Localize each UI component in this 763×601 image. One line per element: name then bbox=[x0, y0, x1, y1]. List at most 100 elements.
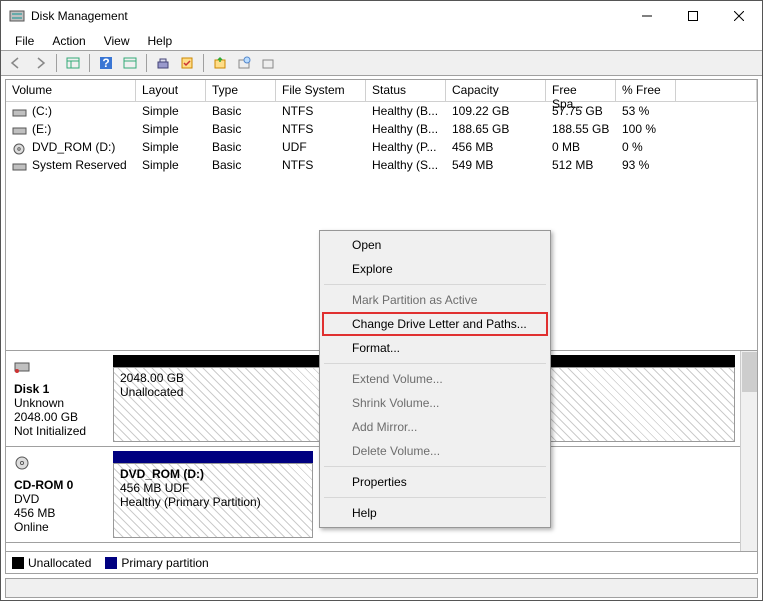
volume-fs: UDF bbox=[276, 139, 366, 155]
col-spacer bbox=[676, 80, 757, 102]
ctx-add-mirror: Add Mirror... bbox=[322, 415, 548, 439]
volume-free: 0 MB bbox=[546, 139, 616, 155]
partition-dvdrom[interactable]: DVD_ROM (D:) 456 MB UDF Healthy (Primary… bbox=[113, 463, 313, 538]
ctx-extend: Extend Volume... bbox=[322, 367, 548, 391]
volume-type: Basic bbox=[206, 121, 276, 137]
disc-icon bbox=[14, 455, 30, 471]
volume-status: Healthy (B... bbox=[366, 103, 446, 119]
show-hide-button[interactable] bbox=[62, 52, 84, 74]
apply-button[interactable] bbox=[176, 52, 198, 74]
volume-pct: 0 % bbox=[616, 139, 676, 155]
ctx-properties[interactable]: Properties bbox=[322, 470, 548, 494]
volume-free: 188.55 GB bbox=[546, 121, 616, 137]
ctx-mark-active: Mark Partition as Active bbox=[322, 288, 548, 312]
volume-free: 57.75 GB bbox=[546, 103, 616, 119]
ctx-explore[interactable]: Explore bbox=[322, 257, 548, 281]
volume-icon bbox=[12, 161, 28, 171]
disk-scrollbar[interactable] bbox=[740, 351, 757, 551]
maximize-button[interactable] bbox=[670, 1, 716, 31]
back-button[interactable] bbox=[5, 52, 27, 74]
col-volume[interactable]: Volume bbox=[6, 80, 136, 102]
menu-view[interactable]: View bbox=[96, 32, 138, 50]
cdrom0-name: CD-ROM 0 bbox=[14, 478, 101, 492]
volume-header-row: Volume Layout Type File System Status Ca… bbox=[6, 80, 757, 102]
volume-layout: Simple bbox=[136, 139, 206, 155]
volume-name: DVD_ROM (D:) bbox=[32, 140, 115, 154]
volume-layout: Simple bbox=[136, 103, 206, 119]
action3-button[interactable] bbox=[257, 52, 279, 74]
action2-button[interactable] bbox=[233, 52, 255, 74]
toolbar: ? bbox=[1, 50, 762, 76]
volume-free: 512 MB bbox=[546, 157, 616, 173]
cdrom0-graphic[interactable]: DVD_ROM (D:) 456 MB UDF Healthy (Primary… bbox=[113, 451, 313, 538]
settings-button[interactable] bbox=[152, 52, 174, 74]
partition-detail: 456 MB UDF bbox=[120, 481, 306, 495]
volume-row[interactable]: (E:)SimpleBasicNTFSHealthy (B...188.65 G… bbox=[6, 120, 757, 138]
ctx-delete: Delete Volume... bbox=[322, 439, 548, 463]
volume-pct: 93 % bbox=[616, 157, 676, 173]
volume-fs: NTFS bbox=[276, 103, 366, 119]
col-status[interactable]: Status bbox=[366, 80, 446, 102]
disk1-label[interactable]: Disk 1 Unknown 2048.00 GB Not Initialize… bbox=[10, 355, 105, 442]
cdrom0-label[interactable]: CD-ROM 0 DVD 456 MB Online bbox=[10, 451, 105, 538]
menu-file[interactable]: File bbox=[7, 32, 42, 50]
ctx-help[interactable]: Help bbox=[322, 501, 548, 525]
volume-capacity: 109.22 GB bbox=[446, 103, 546, 119]
col-free[interactable]: Free Spa... bbox=[546, 80, 616, 102]
partition-header-primary bbox=[113, 451, 313, 463]
volume-capacity: 549 MB bbox=[446, 157, 546, 173]
svg-text:?: ? bbox=[102, 56, 109, 70]
volume-name: (C:) bbox=[32, 104, 52, 118]
disk1-name: Disk 1 bbox=[14, 382, 101, 396]
volume-status: Healthy (P... bbox=[366, 139, 446, 155]
ctx-format[interactable]: Format... bbox=[322, 336, 548, 360]
close-button[interactable] bbox=[716, 1, 762, 31]
help-button[interactable]: ? bbox=[95, 52, 117, 74]
volume-fs: NTFS bbox=[276, 157, 366, 173]
ctx-shrink: Shrink Volume... bbox=[322, 391, 548, 415]
volume-row[interactable]: DVD_ROM (D:) SimpleBasicUDFHealthy (P...4… bbox=[6, 138, 757, 156]
col-capacity[interactable]: Capacity bbox=[446, 80, 546, 102]
volume-row[interactable]: (C:) SimpleBasicNTFSHealthy (B...109.22 G… bbox=[6, 102, 757, 120]
volume-pct: 100 % bbox=[616, 121, 676, 137]
minimize-button[interactable] bbox=[624, 1, 670, 31]
volume-pct: 53 % bbox=[616, 103, 676, 119]
partition-name: DVD_ROM (D:) bbox=[120, 467, 306, 481]
volume-row[interactable]: System ReservedSimpleBasicNTFSHealthy (S… bbox=[6, 156, 757, 174]
cdrom0-type: DVD bbox=[14, 492, 101, 506]
disk-icon bbox=[14, 359, 30, 375]
menu-help[interactable]: Help bbox=[140, 32, 181, 50]
volume-icon bbox=[12, 125, 28, 135]
volume-fs: NTFS bbox=[276, 121, 366, 137]
col-filesystem[interactable]: File System bbox=[276, 80, 366, 102]
volume-type: Basic bbox=[206, 139, 276, 155]
volume-name: (E:) bbox=[32, 122, 51, 136]
col-pctfree[interactable]: % Free bbox=[616, 80, 676, 102]
volume-icon bbox=[12, 143, 28, 153]
app-icon bbox=[9, 8, 25, 24]
refresh-button[interactable] bbox=[119, 52, 141, 74]
action1-button[interactable] bbox=[209, 52, 231, 74]
ctx-change-drive-letter[interactable]: Change Drive Letter and Paths... bbox=[322, 312, 548, 336]
col-layout[interactable]: Layout bbox=[136, 80, 206, 102]
title-bar: Disk Management bbox=[1, 1, 762, 31]
volume-type: Basic bbox=[206, 157, 276, 173]
cdrom0-state: Online bbox=[14, 520, 101, 534]
volume-status: Healthy (S... bbox=[366, 157, 446, 173]
legend: Unallocated Primary partition bbox=[6, 551, 757, 573]
disk1-status: Unknown bbox=[14, 396, 101, 410]
cdrom0-size: 456 MB bbox=[14, 506, 101, 520]
volume-capacity: 188.65 GB bbox=[446, 121, 546, 137]
volume-type: Basic bbox=[206, 103, 276, 119]
volume-layout: Simple bbox=[136, 157, 206, 173]
volume-icon bbox=[12, 107, 28, 117]
volume-status: Healthy (B... bbox=[366, 121, 446, 137]
col-type[interactable]: Type bbox=[206, 80, 276, 102]
volume-capacity: 456 MB bbox=[446, 139, 546, 155]
menu-action[interactable]: Action bbox=[44, 32, 93, 50]
forward-button[interactable] bbox=[29, 52, 51, 74]
legend-unallocated: Unallocated bbox=[12, 556, 91, 570]
disk1-init: Not Initialized bbox=[14, 424, 101, 438]
ctx-open[interactable]: Open bbox=[322, 233, 548, 257]
status-bar bbox=[5, 578, 758, 598]
